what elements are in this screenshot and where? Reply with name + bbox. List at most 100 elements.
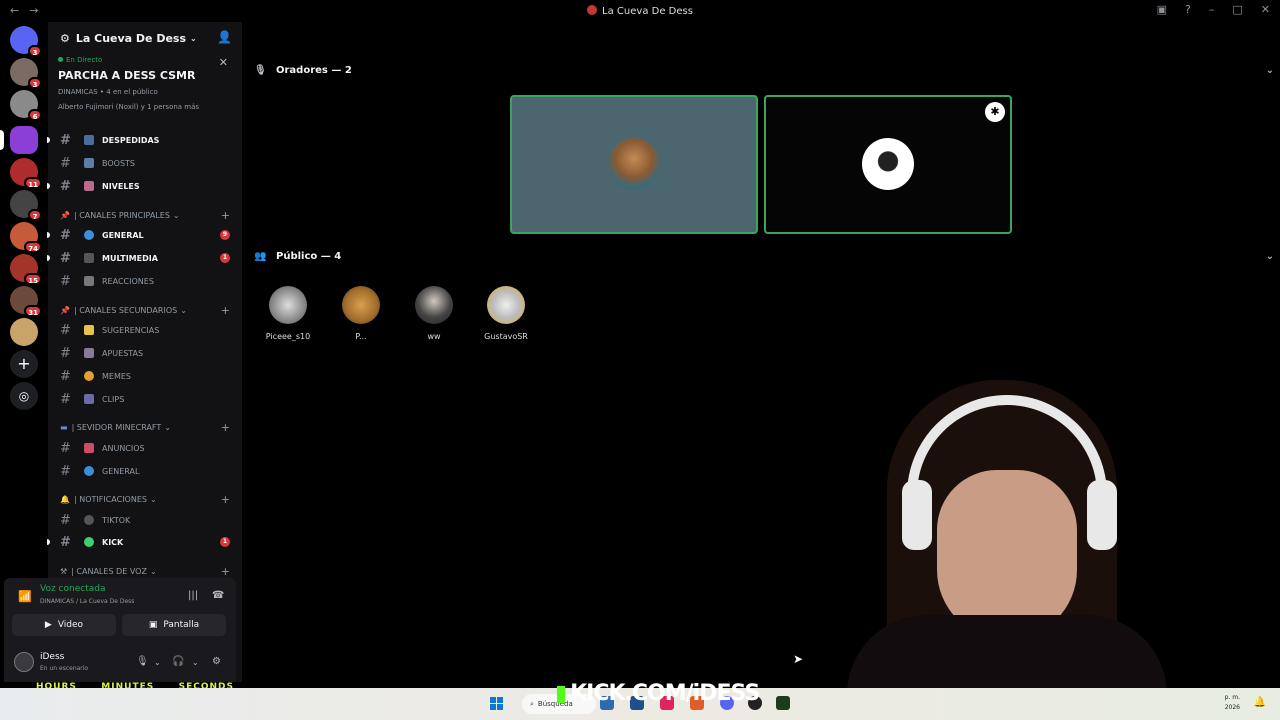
channel-tiktok[interactable]: # TIKTOK xyxy=(48,510,242,530)
voice-connected-panel: 📶 Voz conectada DINAMICAS / La Cueva De … xyxy=(4,578,236,642)
add-server-icon[interactable]: + xyxy=(10,350,38,378)
server-logo-icon xyxy=(587,5,598,15)
speaker-tile[interactable]: ✱ xyxy=(764,95,1012,234)
globe-icon xyxy=(84,230,94,240)
category-secundarios[interactable]: 📌 | CANALES SECUNDARIOS ⌄ + xyxy=(60,303,230,317)
server-icon-active[interactable] xyxy=(0,126,38,154)
channel-sugerencias[interactable]: # SUGERENCIAS xyxy=(48,320,242,340)
video-off-icon: ▶ xyxy=(44,620,52,630)
chevron-down-icon[interactable]: ⌄ xyxy=(192,658,199,667)
server-icon[interactable]: 7 xyxy=(10,190,42,221)
add-channel-icon[interactable]: + xyxy=(221,304,230,317)
category-principales[interactable]: 📌 | CANALES PRINCIPALES ⌄ + xyxy=(60,208,230,222)
server-settings-icon: ⚙ xyxy=(60,31,70,45)
channel-emoji-icon xyxy=(84,348,94,358)
avatar[interactable] xyxy=(14,652,34,672)
add-channel-icon[interactable]: + xyxy=(221,421,230,434)
terminal-taskbar-icon[interactable] xyxy=(776,696,790,710)
close-icon[interactable]: ✕ xyxy=(219,56,228,69)
user-panel: iDess En un escenario 🎙 ⌄ 🎧 ⌄ ⚙ xyxy=(4,642,236,682)
voice-channel-path[interactable]: DINAMICAS / La Cueva De Dess xyxy=(40,598,134,605)
inbox-icon[interactable]: ▣ xyxy=(1157,3,1167,16)
channel-memes[interactable]: # MEMES xyxy=(48,366,242,386)
screen-share-icon: ▣ xyxy=(148,620,158,630)
audience-member[interactable]: ww xyxy=(404,286,464,341)
audience-header[interactable]: 👥 Público — 4 ⌄ xyxy=(254,246,1274,266)
channel-general-mc[interactable]: # GENERAL xyxy=(48,461,242,481)
close-window-button[interactable]: ✕ xyxy=(1261,3,1270,16)
chevron-down-icon[interactable]: ⌄ xyxy=(1266,251,1274,262)
avatar xyxy=(415,286,453,324)
chevron-down-icon: ⌄ xyxy=(190,33,197,43)
channel-despedidas[interactable]: # DESPEDIDAS xyxy=(47,130,242,150)
audience-member[interactable]: P... xyxy=(331,286,391,341)
video-button[interactable]: ▶ Video xyxy=(12,614,116,636)
server-icon[interactable]: 15 xyxy=(10,254,42,285)
channel-anuncios[interactable]: # ANUNCIOS xyxy=(48,438,242,458)
discord-home-icon[interactable]: 3 xyxy=(10,26,42,57)
category-minecraft[interactable]: ▬ | SEVIDOR MINECRAFT ⌄ + xyxy=(60,420,230,434)
server-icon[interactable] xyxy=(10,318,38,346)
screen-share-button[interactable]: ▣ Pantalla xyxy=(122,614,226,636)
invite-people-icon[interactable]: 👤 xyxy=(217,30,232,44)
pin-icon: 📌 xyxy=(60,210,70,220)
server-icon[interactable]: 74 xyxy=(10,222,42,253)
channel-kick[interactable]: # KICK 1 xyxy=(47,532,242,552)
add-channel-icon[interactable]: + xyxy=(221,493,230,506)
channel-general[interactable]: # GENERAL 9 xyxy=(47,225,242,245)
add-channel-icon[interactable]: + xyxy=(221,209,230,222)
channel-boosts[interactable]: # BOOSTS xyxy=(48,153,242,173)
username[interactable]: iDess xyxy=(40,652,64,662)
discover-icon[interactable]: ◎ xyxy=(10,382,38,410)
help-icon[interactable]: ? xyxy=(1185,3,1191,16)
channel-multimedia[interactable]: # MULTIMEDIA 1 xyxy=(47,248,242,268)
server-icon[interactable]: 3 xyxy=(10,58,42,89)
user-status: En un escenario xyxy=(40,665,89,672)
user-settings-gear-icon[interactable]: ⚙ xyxy=(212,656,221,667)
audience-member[interactable]: Piceee_s10 xyxy=(258,286,318,341)
microphone-icon: 🎙 xyxy=(254,64,267,76)
webcam-overlay xyxy=(842,360,1172,695)
server-icon[interactable]: 31 xyxy=(10,286,42,317)
lightbulb-icon xyxy=(84,325,94,335)
channel-clips[interactable]: # CLIPS xyxy=(48,389,242,409)
server-icon[interactable]: 6 xyxy=(10,90,42,121)
category-notificaciones[interactable]: 🔔 | NOTIFICACIONES ⌄ + xyxy=(60,492,230,506)
minimize-button[interactable]: – xyxy=(1209,3,1215,16)
channel-reacciones[interactable]: # REACCIONES xyxy=(48,271,242,291)
server-icon[interactable]: 11 xyxy=(10,158,42,189)
add-channel-icon[interactable]: + xyxy=(221,565,230,578)
speaker-tile[interactable] xyxy=(510,95,758,234)
stage-participants: Alberto Fujimori (Noxil) y 1 persona más xyxy=(58,103,200,111)
hammer-icon: ⚒ xyxy=(60,566,68,576)
camera-icon xyxy=(84,253,94,263)
server-header[interactable]: ⚙ La Cueva De Dess ⌄ 👤 xyxy=(48,22,242,54)
channel-niveles[interactable]: # NIVELES xyxy=(47,176,242,196)
window-title: La Cueva De Dess xyxy=(0,5,1280,17)
speakers-header[interactable]: 🎙 Oradores — 2 ⌄ xyxy=(254,60,1274,80)
chevron-down-icon[interactable]: ⌄ xyxy=(1266,65,1274,76)
disconnect-icon[interactable]: ☎ xyxy=(212,590,224,601)
avatar xyxy=(862,138,914,190)
channel-emoji-icon xyxy=(84,135,94,145)
notification-bell-icon[interactable]: 🔔 xyxy=(1254,697,1266,708)
chevron-down-icon[interactable]: ⌄ xyxy=(154,658,161,667)
maximize-button[interactable]: □ xyxy=(1232,3,1242,16)
kick-icon xyxy=(84,537,94,547)
megaphone-icon xyxy=(84,443,94,453)
headphones-icon[interactable]: 🎧 xyxy=(172,656,184,667)
search-icon: ⌕ xyxy=(530,699,534,708)
signal-icon: 📶 xyxy=(18,590,32,603)
windows-start-icon[interactable] xyxy=(490,697,504,711)
category-voz[interactable]: ⚒ | CANALES DE VOZ ⌄ + xyxy=(60,564,230,578)
window-controls: ▣ ? – □ ✕ xyxy=(1157,3,1270,16)
soundboard-icon[interactable]: ||| xyxy=(188,590,198,601)
audience-member[interactable]: GustavoSR xyxy=(476,286,536,341)
people-icon: 👥 xyxy=(254,250,267,262)
stage-live-card[interactable]: ✕ En Directo PARCHA A DESS CSMR DINAMICA… xyxy=(48,56,242,111)
taskbar-clock[interactable]: p. m. 2026 xyxy=(1225,693,1240,713)
microphone-icon[interactable]: 🎙 xyxy=(136,656,149,667)
eyes-icon xyxy=(84,276,94,286)
voice-status[interactable]: Voz conectada xyxy=(40,584,105,594)
channel-apuestas[interactable]: # APUESTAS xyxy=(48,343,242,363)
